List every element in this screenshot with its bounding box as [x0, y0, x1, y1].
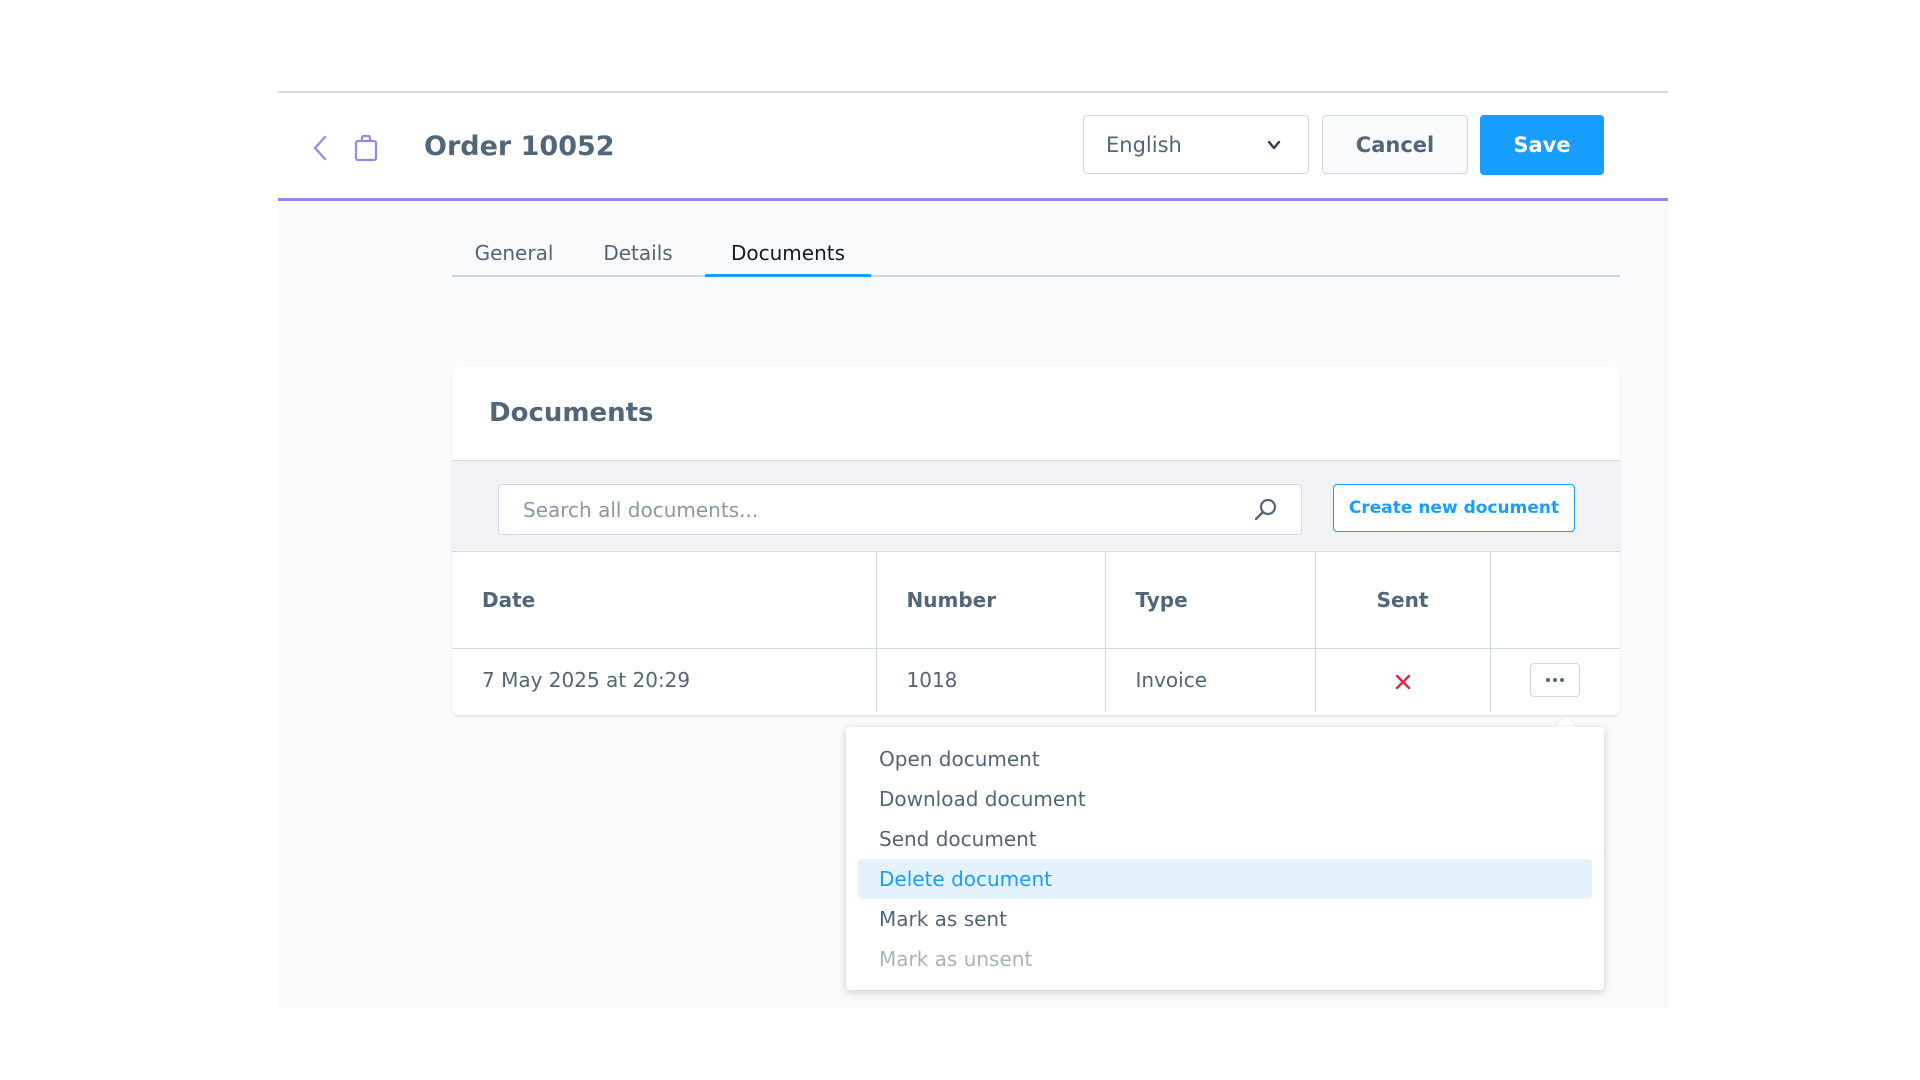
more-horizontal-icon	[1546, 678, 1565, 683]
documents-toolbar: Create new document	[452, 460, 1620, 552]
documents-card-title: Documents	[489, 398, 654, 428]
menu-item-send-document[interactable]: Send document	[858, 819, 1592, 859]
cell-date: 7 May 2025 at 20:29	[452, 648, 877, 712]
tab-documents[interactable]: Documents	[705, 233, 871, 277]
x-icon	[1395, 674, 1410, 689]
tab-details[interactable]: Details	[576, 233, 700, 277]
cell-type: Invoice	[1105, 648, 1316, 712]
cell-actions	[1490, 648, 1620, 712]
language-select[interactable]: English	[1083, 115, 1309, 174]
column-header-type[interactable]: Type	[1105, 552, 1316, 649]
chevron-down-icon	[1267, 140, 1281, 150]
menu-item-download-document[interactable]: Download document	[858, 779, 1592, 819]
column-header-date[interactable]: Date	[452, 552, 877, 649]
cancel-button[interactable]: Cancel	[1322, 115, 1468, 174]
table-header-row: Date Number Type Sent	[452, 552, 1620, 649]
column-header-actions	[1490, 552, 1620, 649]
page-title: Order 10052	[424, 131, 615, 162]
documents-table: Date Number Type Sent 7 May 2025 at 20:2…	[452, 552, 1620, 712]
menu-item-mark-as-unsent: Mark as unsent	[879, 947, 1033, 971]
search-input[interactable]	[523, 497, 1223, 523]
page-header: Order 10052 English Cancel Save	[278, 93, 1668, 201]
search-icon[interactable]	[1253, 497, 1279, 523]
tab-general[interactable]: General	[452, 233, 576, 277]
column-header-sent[interactable]: Sent	[1315, 552, 1491, 649]
row-context-menu: Open document Download document Send doc…	[846, 727, 1604, 990]
order-page: Order 10052 English Cancel Save General …	[278, 91, 1668, 1008]
menu-item-open-document[interactable]: Open document	[858, 739, 1592, 779]
menu-item-delete-document[interactable]: Delete document	[858, 859, 1592, 899]
save-button[interactable]: Save	[1480, 115, 1604, 175]
documents-card: Documents Create new document Date Numbe…	[452, 366, 1620, 715]
row-actions-button[interactable]	[1530, 663, 1581, 698]
menu-item-mark-as-sent[interactable]: Mark as sent	[858, 899, 1592, 939]
cell-number: 1018	[876, 648, 1106, 712]
table-row[interactable]: 7 May 2025 at 20:29 1018 Invoice	[452, 648, 1620, 712]
column-header-number[interactable]: Number	[876, 552, 1106, 649]
tab-bar: General Details Documents	[452, 233, 1620, 277]
language-select-value: English	[1106, 133, 1182, 157]
search-field	[498, 484, 1302, 535]
cell-sent	[1315, 648, 1491, 712]
create-document-button[interactable]: Create new document	[1333, 484, 1575, 532]
chevron-left-icon[interactable]	[308, 133, 332, 163]
shopping-bag-icon	[354, 134, 378, 162]
